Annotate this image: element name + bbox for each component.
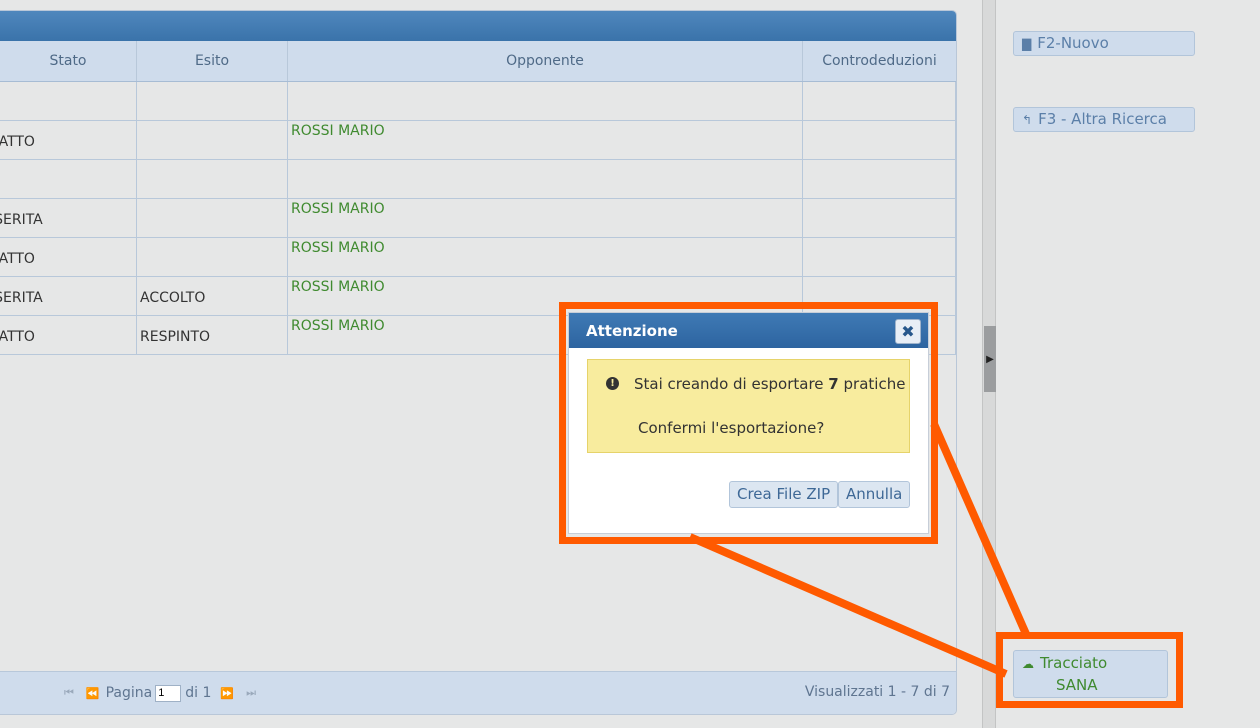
- cell-opponente: ROSSI MARIO: [288, 121, 803, 160]
- cell-esito: [137, 121, 288, 160]
- grid-header: Stato Esito Opponente Controdeduzioni: [0, 41, 956, 82]
- other-search-button[interactable]: ↰ F3 - Altra Ricerca: [1013, 107, 1195, 132]
- tracciato-sana-button[interactable]: ☁ Tracciato SANA: [1013, 650, 1168, 698]
- new-button[interactable]: ▇ F2-Nuovo: [1013, 31, 1195, 56]
- tracciato-label-line1: Tracciato: [1040, 654, 1108, 672]
- cell-stato: I ATTO: [0, 316, 137, 355]
- cell-esito: [137, 199, 288, 238]
- table-row[interactable]: I ATTO ROSSI MARIO: [0, 238, 956, 277]
- cell-stato: ISERITA: [0, 277, 137, 316]
- other-search-button-label: F3 - Altra Ricerca: [1038, 110, 1167, 128]
- last-page-icon[interactable]: ⏭: [246, 686, 256, 700]
- column-header-esito[interactable]: Esito: [137, 41, 288, 81]
- page-total-label: di 1: [185, 685, 212, 701]
- cell-opponente: ROSSI MARIO: [288, 199, 803, 238]
- table-row[interactable]: ISERITA ROSSI MARIO: [0, 199, 956, 238]
- cell-esito: [137, 82, 288, 121]
- table-row[interactable]: [0, 82, 956, 121]
- cell-stato: ISERITA: [0, 199, 137, 238]
- dialog-title-bar[interactable]: Attenzione: [569, 313, 928, 348]
- cell-stato: [0, 160, 137, 199]
- page-number-input[interactable]: [155, 684, 182, 702]
- tracciato-label-line2: SANA: [1056, 676, 1098, 694]
- cancel-button[interactable]: Annulla: [838, 481, 911, 508]
- create-zip-button[interactable]: Crea File ZIP: [729, 481, 839, 508]
- caret-right-icon: ▶: [986, 353, 994, 365]
- exclamation-circle-icon: !: [606, 377, 619, 390]
- reply-arrow-icon: ↰: [1022, 113, 1033, 127]
- warning-message-box: ! Stai creando di esportare 7 pratiche C…: [587, 359, 910, 453]
- confirm-question: Confermi l'esportazione?: [638, 419, 825, 437]
- column-header-opponente[interactable]: Opponente: [288, 41, 803, 81]
- grid-footer: ⏮ ⏪ Pagina di 1 ⏩ ⏭ Visualizzati 1 - 7 d…: [0, 671, 956, 714]
- cell-controdeduzioni: [803, 121, 956, 160]
- page-label: Pagina: [105, 685, 153, 701]
- table-row[interactable]: ISERITA ACCOLTO ROSSI MARIO: [0, 277, 956, 316]
- new-button-label: F2-Nuovo: [1037, 34, 1109, 52]
- dialog-title: Attenzione: [586, 322, 678, 340]
- first-page-icon[interactable]: ⏮: [64, 686, 74, 700]
- cell-opponente: ROSSI MARIO: [288, 277, 803, 316]
- cell-stato: I ATTO: [0, 121, 137, 160]
- table-row[interactable]: [0, 160, 956, 199]
- prev-page-icon[interactable]: ⏪: [86, 687, 100, 700]
- panel-splitter[interactable]: ▶: [982, 0, 996, 728]
- close-icon[interactable]: ✖: [895, 319, 921, 344]
- cell-controdeduzioni: [803, 238, 956, 277]
- export-message: Stai creando di esportare 7 pratiche: [634, 375, 905, 393]
- cell-esito: [137, 160, 288, 199]
- next-page-icon[interactable]: ⏩: [220, 687, 234, 700]
- message-suffix: pratiche: [843, 375, 906, 393]
- cell-esito: ACCOLTO: [137, 277, 288, 316]
- column-header-controdeduzioni[interactable]: Controdeduzioni: [803, 41, 956, 81]
- cell-stato: [0, 82, 137, 121]
- cell-controdeduzioni: [803, 199, 956, 238]
- document-icon: ▇: [1022, 37, 1032, 51]
- cell-controdeduzioni: [803, 277, 956, 316]
- side-panel: ▇ F2-Nuovo ↰ F3 - Altra Ricerca ☁ Tracciato…: [996, 0, 1260, 728]
- cell-opponente: [288, 82, 803, 121]
- cloud-upload-icon: ☁: [1022, 657, 1034, 671]
- confirm-export-dialog: Attenzione ✖ ! Stai creando di esportare…: [568, 312, 929, 534]
- message-prefix: Stai creando di esportare: [634, 375, 824, 393]
- cell-opponente: ROSSI MARIO: [288, 238, 803, 277]
- collapse-handle[interactable]: ▶: [984, 326, 996, 392]
- column-header-stato[interactable]: Stato: [0, 41, 137, 81]
- table-row[interactable]: I ATTO ROSSI MARIO: [0, 121, 956, 160]
- pager: ⏮ ⏪ Pagina di 1 ⏩ ⏭: [58, 683, 262, 703]
- cell-esito: [137, 238, 288, 277]
- cell-opponente: [288, 160, 803, 199]
- message-count: 7: [828, 375, 839, 393]
- records-count: Visualizzati 1 - 7 di 7: [804, 684, 950, 700]
- cell-esito: RESPINTO: [137, 316, 288, 355]
- cell-controdeduzioni: [803, 82, 956, 121]
- grid-title-bar: [0, 11, 956, 41]
- cell-controdeduzioni: [803, 160, 956, 199]
- cell-stato: I ATTO: [0, 238, 137, 277]
